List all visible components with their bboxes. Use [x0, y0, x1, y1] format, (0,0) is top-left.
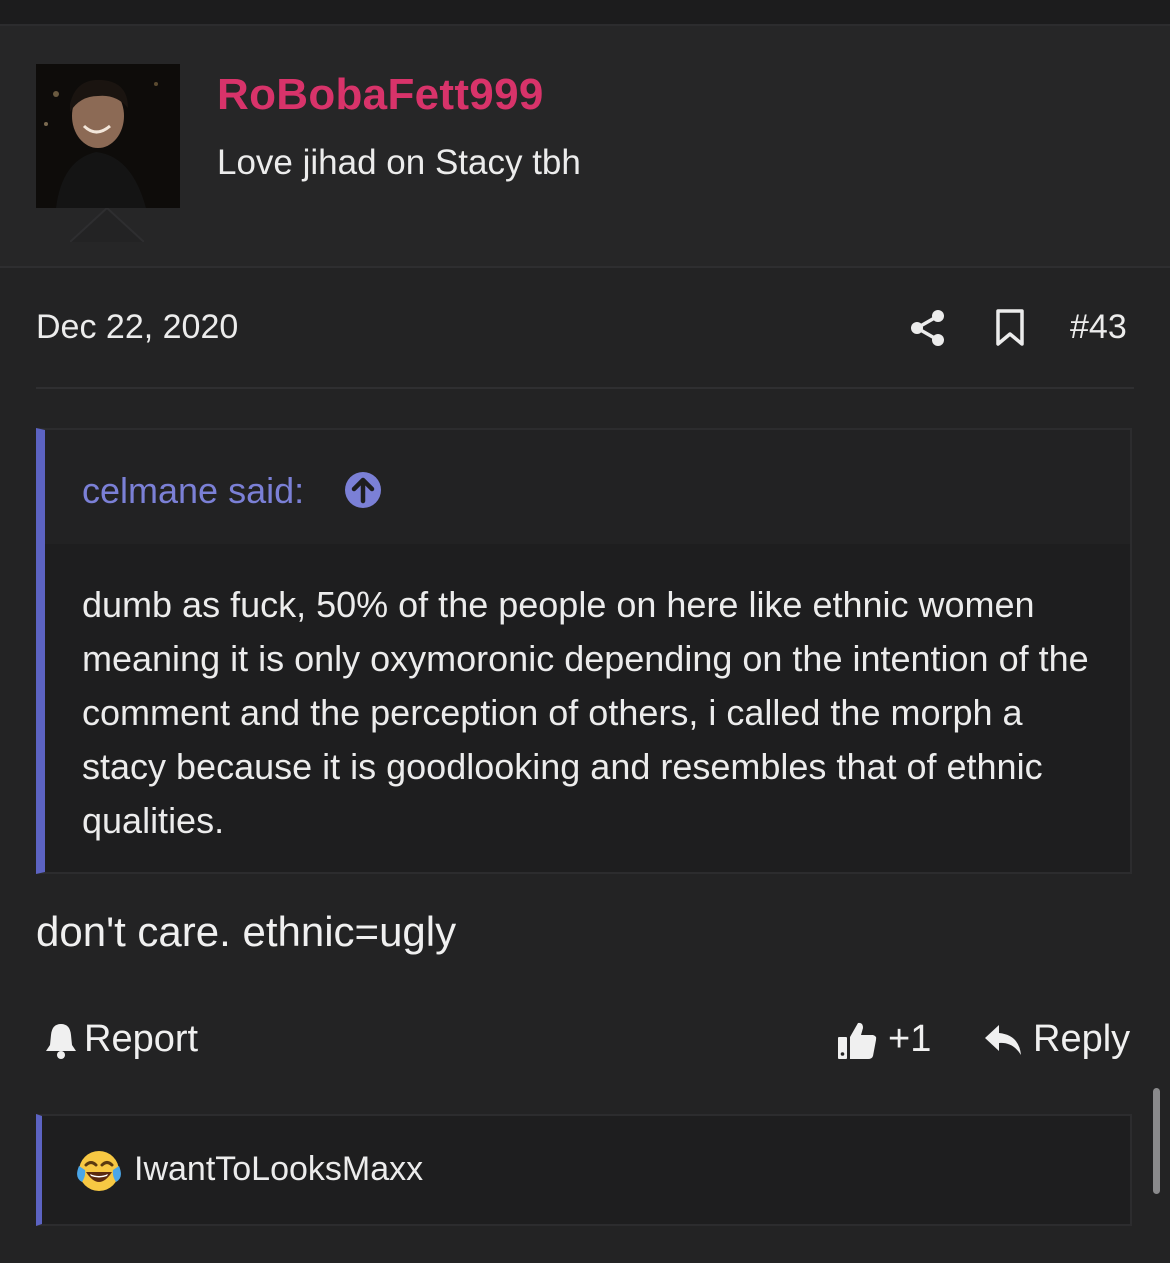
like-count: +1 — [888, 1018, 932, 1060]
avatar[interactable] — [36, 64, 180, 208]
quote-text: dumb as fuck, 50% of the people on here … — [82, 584, 1089, 841]
scrollbar[interactable] — [1153, 1088, 1160, 1194]
reply-label: Reply — [1033, 1018, 1131, 1060]
thumbs-up-icon — [838, 1022, 877, 1059]
arrow-up-circle-icon[interactable] — [343, 470, 383, 515]
post-date[interactable]: Dec 22, 2020 — [36, 308, 238, 347]
reaction-user-link[interactable]: IwantToLooksMaxx — [134, 1150, 423, 1189]
post-body: don't care. ethnic=ugly — [36, 908, 457, 955]
reply-arrow-icon — [985, 1024, 1021, 1055]
reactions-bar[interactable]: IwantToLooksMaxx — [36, 1114, 1132, 1226]
user-header: RoBobaFett999 Love jihad on Stacy tbh — [0, 26, 1170, 268]
bell-icon — [46, 1023, 76, 1059]
report-label: Report — [84, 1018, 199, 1060]
user-title: Love jihad on Stacy tbh — [217, 143, 581, 182]
like-button[interactable]: +1 — [836, 1018, 931, 1061]
laughing-crying-emoji-icon — [76, 1148, 122, 1199]
quote-header: celmane said: — [45, 430, 1130, 544]
share-icon[interactable] — [908, 308, 948, 353]
quote-block: celmane said: dumb as fuck, 50% of the p… — [36, 428, 1132, 874]
report-button[interactable]: Report — [44, 1018, 198, 1061]
divider — [36, 387, 1134, 389]
username-link[interactable]: RoBobaFett999 — [217, 70, 544, 120]
bookmark-icon[interactable] — [994, 308, 1026, 353]
top-strip — [0, 0, 1170, 26]
avatar-image — [36, 64, 180, 208]
post-number[interactable]: #43 — [1070, 308, 1127, 347]
quote-author-link[interactable]: celmane said: — [82, 470, 304, 512]
reply-button[interactable]: Reply — [983, 1018, 1130, 1061]
